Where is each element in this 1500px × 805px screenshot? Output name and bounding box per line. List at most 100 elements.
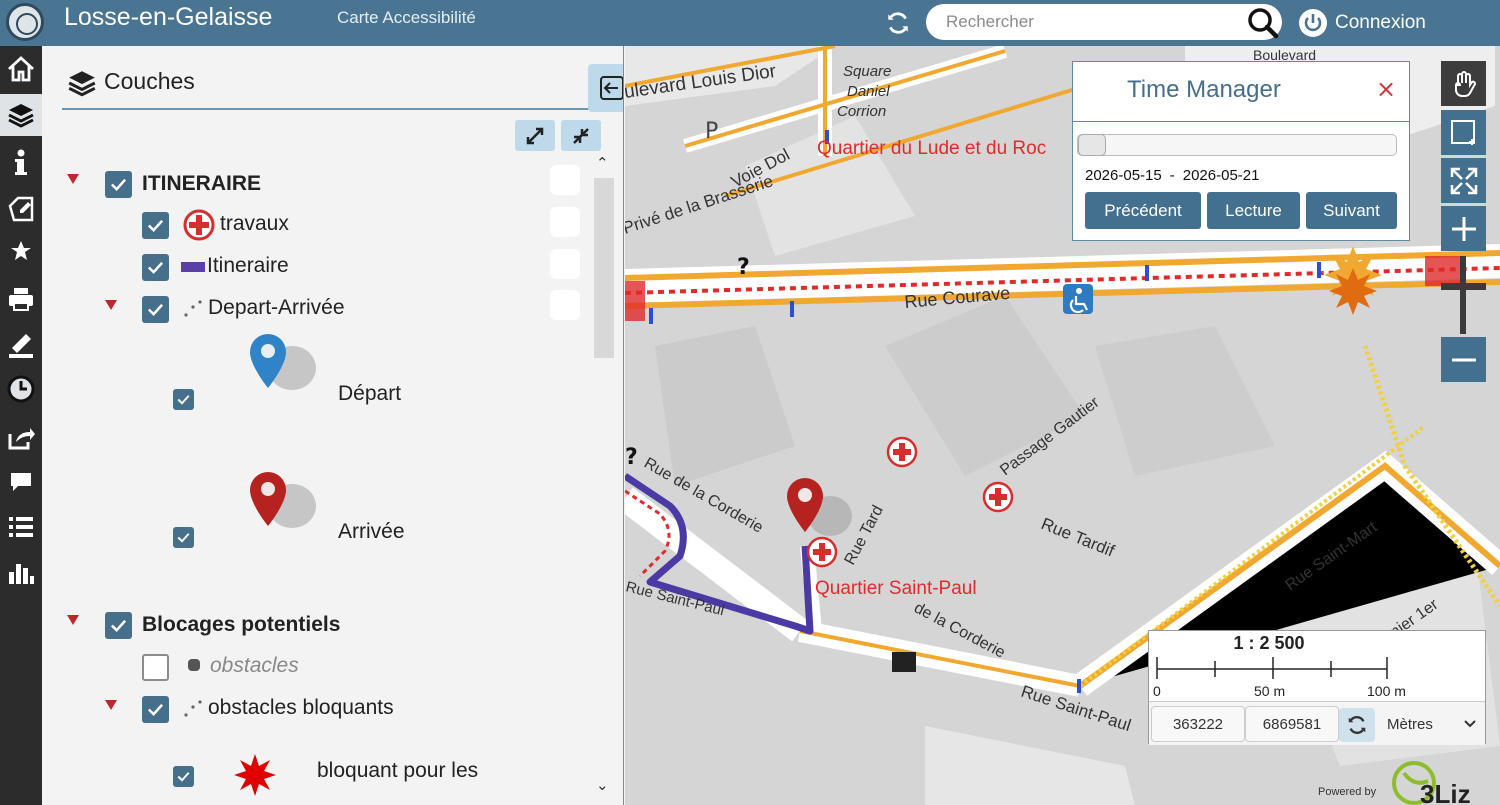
menu-comment[interactable] (0, 460, 42, 502)
left-menu (0, 46, 42, 805)
star-icon (11, 241, 31, 260)
menu-chart[interactable] (0, 552, 42, 594)
pan-tool-button[interactable] (1441, 61, 1486, 106)
city-logo (6, 3, 44, 41)
chart-icon (9, 564, 34, 584)
checkbox-itineraire-line[interactable] (142, 254, 169, 281)
logo-text: 3Liz (1420, 779, 1471, 805)
zoom-in-button[interactable] (1441, 206, 1486, 251)
checkbox-itineraire[interactable] (105, 171, 132, 198)
search-icon[interactable] (1246, 6, 1280, 40)
menu-home[interactable] (0, 48, 42, 90)
chevron-down-icon (1464, 720, 1476, 728)
login-label: Connexion (1335, 12, 1426, 33)
layers-icon (8, 104, 34, 128)
layer-label-blocages: Blocages potentiels (142, 613, 341, 636)
zoom-extent-button[interactable] (1441, 158, 1486, 203)
login-button[interactable]: Connexion (1298, 8, 1426, 38)
app-title: Losse-en-Gelaisse (64, 3, 273, 31)
divider (1073, 121, 1409, 122)
coord-y-field[interactable]: 6869581 (1245, 706, 1339, 742)
scale-tick: 100 m (1367, 683, 1406, 699)
obstacle-marker[interactable] (892, 652, 916, 672)
map-label: Daniel (847, 83, 890, 100)
scale-tick: 50 m (1254, 683, 1286, 699)
share-icon (8, 428, 35, 450)
expand-arrow-itineraire[interactable] (67, 174, 79, 184)
refresh-icon[interactable] (885, 10, 911, 36)
expand-arrow-blocages[interactable] (67, 615, 79, 625)
menu-measure[interactable] (0, 324, 42, 366)
layer-options-button[interactable] (550, 290, 580, 320)
search-input[interactable] (926, 4, 1282, 40)
checkbox-depart[interactable] (173, 389, 194, 410)
layer-options-button[interactable] (550, 207, 580, 237)
panel-header: Couches (62, 54, 623, 112)
coord-refresh-button[interactable] (1339, 708, 1375, 742)
layer-label-arrivee: Arrivée (338, 520, 405, 543)
checkbox-arrivee[interactable] (173, 527, 194, 548)
home-icon (8, 56, 34, 82)
menu-edit[interactable] (0, 188, 42, 230)
play-button[interactable]: Lecture (1207, 192, 1300, 229)
roadwork-marker[interactable] (806, 536, 838, 568)
list-icon (9, 517, 33, 537)
panel-scrollbar[interactable]: ⌃ ⌄ (592, 154, 616, 801)
expand-all-button[interactable] (515, 120, 555, 151)
checkbox-blocages[interactable] (105, 612, 132, 639)
unit-select-value: Mètres (1387, 715, 1433, 733)
refresh-icon (1348, 715, 1366, 735)
points-legend-icon (184, 300, 202, 317)
checkbox-obstacles-bloquants[interactable] (142, 696, 169, 723)
zoom-out-button[interactable] (1441, 337, 1486, 382)
scrollbar-thumb[interactable] (594, 178, 614, 358)
menu-favorite[interactable] (0, 230, 42, 272)
scale-panel: 1 : 2 500 0 50 m 100 m 363222 6869581 Mè… (1148, 630, 1486, 745)
app-subtitle: Carte Accessibilité (337, 8, 476, 27)
unit-select[interactable]: Mètres (1385, 706, 1483, 742)
menu-time[interactable] (0, 368, 42, 410)
layer-label-depart-arrivee: Depart-Arrivée (208, 296, 345, 319)
layer-options-button[interactable] (550, 165, 580, 195)
collapse-panel-button[interactable] (588, 64, 623, 112)
coord-x-field[interactable]: 363222 (1151, 706, 1245, 742)
zoom-box-icon (1450, 119, 1475, 145)
route-legend-icon (181, 262, 205, 272)
layer-label-travaux: travaux (220, 212, 289, 235)
zoom-slider[interactable] (1460, 256, 1466, 334)
points-legend-icon (184, 700, 202, 717)
next-button[interactable]: Suivant (1306, 192, 1397, 229)
menu-print[interactable] (0, 278, 42, 320)
checkbox-depart-arrivee[interactable] (142, 296, 169, 323)
previous-button[interactable]: Précédent (1085, 192, 1201, 229)
layer-options-button[interactable] (550, 249, 580, 279)
menu-info[interactable] (0, 142, 42, 184)
powered-by-label: Powered by (1318, 786, 1377, 798)
wheelchair-icon (1063, 284, 1093, 314)
roadwork-marker[interactable] (886, 436, 918, 468)
close-icon[interactable]: × (1376, 75, 1396, 103)
menu-layers[interactable] (0, 94, 42, 136)
checkbox-travaux[interactable] (142, 212, 169, 239)
collapse-all-button[interactable] (561, 120, 601, 151)
time-slider-handle[interactable] (1078, 134, 1106, 156)
scale-label: 1 : 2 500 (1233, 633, 1305, 653)
end-date: 2026-05-21 (1182, 167, 1260, 184)
scroll-up-icon[interactable]: ⌃ (596, 154, 609, 172)
expand-arrow-depart[interactable] (105, 300, 117, 310)
scroll-down-icon[interactable]: ⌄ (596, 776, 609, 794)
hand-icon (1454, 70, 1476, 97)
layer-label-depart: Départ (338, 382, 402, 405)
layers-panel: Couches ITINERAIRE travaux Itineraire De… (42, 46, 624, 805)
expand-arrow-obstacles-bloquants[interactable] (105, 700, 117, 710)
checkbox-bloquant[interactable] (173, 766, 194, 787)
menu-list[interactable] (0, 506, 42, 548)
checkbox-obstacles[interactable] (142, 654, 169, 681)
zoom-box-button[interactable] (1441, 110, 1486, 155)
menu-share[interactable] (0, 416, 42, 458)
zoom-slider-handle[interactable] (1441, 283, 1486, 290)
roadwork-marker[interactable] (982, 481, 1014, 513)
layer-label-obstacles-bloquants: obstacles bloquants (208, 696, 394, 719)
time-slider[interactable] (1077, 134, 1397, 156)
panel-title: Couches (104, 68, 195, 94)
